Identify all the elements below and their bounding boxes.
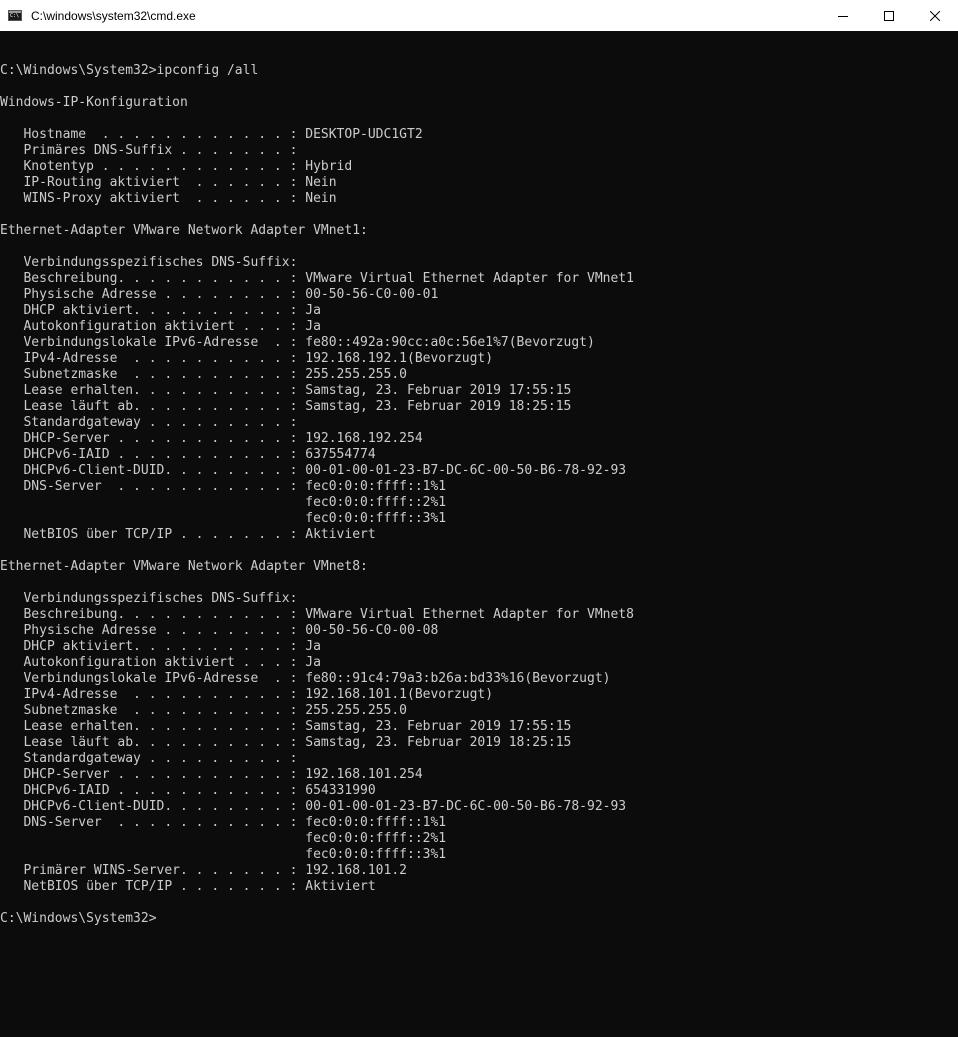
console-line: Verbindungslokale IPv6-Adresse . : fe80:… xyxy=(0,671,611,686)
caption-buttons xyxy=(820,0,958,31)
maximize-icon xyxy=(884,10,894,21)
console-line: DNS-Server . . . . . . . . . . . : fec0:… xyxy=(0,479,447,494)
console-line: Standardgateway . . . . . . . . . : xyxy=(0,751,298,766)
minimize-button[interactable] xyxy=(820,0,866,31)
console-output[interactable]: C:\Windows\System32>ipconfig /all Windows… xyxy=(0,47,958,1037)
console-line: DHCPv6-Client-DUID. . . . . . . . : 00-0… xyxy=(0,799,627,814)
console-line: Verbindungsspezifisches DNS-Suffix: xyxy=(0,591,298,606)
console-line: IP-Routing aktiviert . . . . . . : Nein xyxy=(0,175,337,190)
console-line: Lease läuft ab. . . . . . . . . . : Sams… xyxy=(0,399,572,414)
console-line: Lease läuft ab. . . . . . . . . . : Sams… xyxy=(0,735,572,750)
console-line: Physische Adresse . . . . . . . . : 00-5… xyxy=(0,623,439,638)
console-line: Ethernet-Adapter VMware Network Adapter … xyxy=(0,559,368,574)
console-line: DHCP aktiviert. . . . . . . . . . : Ja xyxy=(0,639,321,654)
console-line: Autokonfiguration aktiviert . . . : Ja xyxy=(0,319,321,334)
console-line: Primärer WINS-Server. . . . . . . : 192.… xyxy=(0,863,407,878)
console-line: Standardgateway . . . . . . . . . : xyxy=(0,415,298,430)
console-line: Autokonfiguration aktiviert . . . : Ja xyxy=(0,655,321,670)
console-line: Beschreibung. . . . . . . . . . . : VMwa… xyxy=(0,271,634,286)
console-line: DHCPv6-Client-DUID. . . . . . . . : 00-0… xyxy=(0,463,627,478)
cmd-window: C:\windows\system32\cmd.exe C:\Windows\S… xyxy=(0,0,958,1037)
console-line: DHCPv6-IAID . . . . . . . . . . . : 6543… xyxy=(0,783,376,798)
console-line: Lease erhalten. . . . . . . . . . : Sams… xyxy=(0,383,572,398)
console-line: DHCPv6-IAID . . . . . . . . . . . : 6375… xyxy=(0,447,376,462)
console-line: fec0:0:0:ffff::3%1 xyxy=(0,847,447,862)
console-line: IPv4-Adresse . . . . . . . . . . : 192.1… xyxy=(0,687,494,702)
console-line: Lease erhalten. . . . . . . . . . : Sams… xyxy=(0,719,572,734)
console-line: fec0:0:0:ffff::3%1 xyxy=(0,511,447,526)
close-button[interactable] xyxy=(912,0,958,31)
console-line: DHCP-Server . . . . . . . . . . . : 192.… xyxy=(0,767,423,782)
console-line: Windows-IP-Konfiguration xyxy=(0,95,188,110)
console-line: C:\Windows\System32>ipconfig /all xyxy=(0,63,259,78)
console-line: DHCP-Server . . . . . . . . . . . : 192.… xyxy=(0,431,423,446)
console-line: Verbindungslokale IPv6-Adresse . : fe80:… xyxy=(0,335,595,350)
console-line: WINS-Proxy aktiviert . . . . . . : Nein xyxy=(0,191,337,206)
maximize-button[interactable] xyxy=(866,0,912,31)
console-line: DHCP aktiviert. . . . . . . . . . : Ja xyxy=(0,303,321,318)
cmd-app-icon[interactable] xyxy=(8,10,22,21)
window-title: C:\windows\system32\cmd.exe xyxy=(31,8,196,23)
console-line: Beschreibung. . . . . . . . . . . : VMwa… xyxy=(0,607,634,622)
console-line: Primäres DNS-Suffix . . . . . . . : xyxy=(0,143,298,158)
close-icon xyxy=(930,10,940,21)
console-line: fec0:0:0:ffff::2%1 xyxy=(0,831,447,846)
console-line: Knotentyp . . . . . . . . . . . . : Hybr… xyxy=(0,159,353,174)
console-line: Verbindungsspezifisches DNS-Suffix: xyxy=(0,255,298,270)
console-line: Subnetzmaske . . . . . . . . . . : 255.2… xyxy=(0,703,407,718)
console-line: C:\Windows\System32> xyxy=(0,911,157,926)
console-line: NetBIOS über TCP/IP . . . . . . . : Akti… xyxy=(0,879,376,894)
console-line: Subnetzmaske . . . . . . . . . . : 255.2… xyxy=(0,367,407,382)
console-line: DNS-Server . . . . . . . . . . . : fec0:… xyxy=(0,815,447,830)
console-line: IPv4-Adresse . . . . . . . . . . : 192.1… xyxy=(0,351,494,366)
console-line: Physische Adresse . . . . . . . . : 00-5… xyxy=(0,287,439,302)
title-bar[interactable]: C:\windows\system32\cmd.exe xyxy=(0,0,958,31)
console-line: Hostname . . . . . . . . . . . . : DESKT… xyxy=(0,127,423,142)
minimize-icon xyxy=(838,15,848,17)
console-line: NetBIOS über TCP/IP . . . . . . . : Akti… xyxy=(0,527,376,542)
console-line: Ethernet-Adapter VMware Network Adapter … xyxy=(0,223,368,238)
console-line: fec0:0:0:ffff::2%1 xyxy=(0,495,447,510)
